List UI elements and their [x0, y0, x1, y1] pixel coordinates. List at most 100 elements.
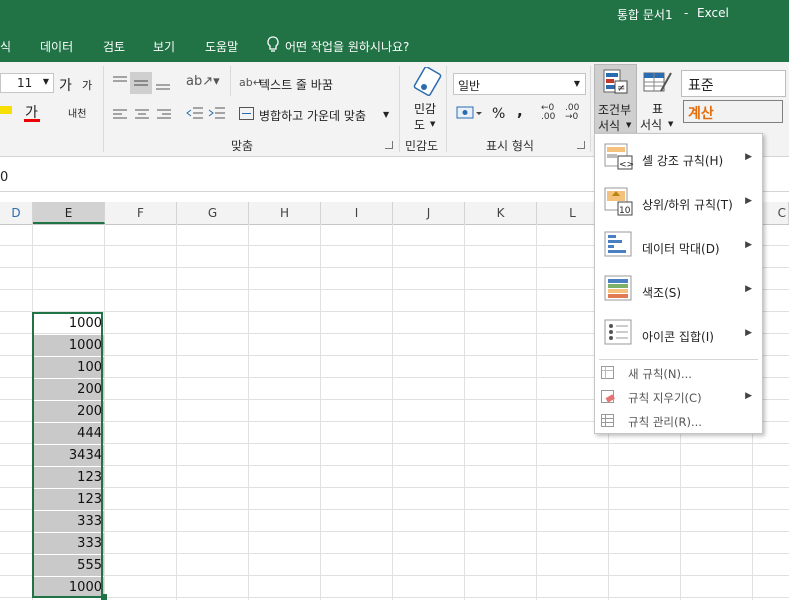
column-header-f[interactable]: F	[105, 202, 177, 224]
conditional-formatting-icon: ≠	[603, 68, 629, 99]
number-format-value: 일반	[458, 79, 481, 93]
cond-format-label-2: 서식	[598, 119, 621, 133]
menu-item-manage-rules[interactable]: 규칙 관리(R)...	[595, 410, 762, 432]
group-separator	[399, 66, 400, 152]
style-normal[interactable]: 표준	[681, 70, 786, 97]
shrink-font-button[interactable]: 가	[82, 77, 92, 93]
menu-item-top-bottom-rules[interactable]: 10 상위/하위 규칙(T) ▶	[595, 178, 762, 222]
menu-divider	[599, 359, 758, 360]
document-title: 통합 문서1	[617, 8, 673, 22]
fill-handle[interactable]	[101, 594, 107, 600]
percent-button[interactable]: %	[492, 106, 505, 122]
group-separator	[590, 66, 591, 152]
clear-rules-icon	[601, 390, 615, 407]
title-separator: -	[684, 6, 689, 20]
format-as-table-icon[interactable]	[643, 69, 673, 100]
menu-item-new-rule[interactable]: 새 규칙(N)...	[595, 362, 762, 384]
ribbon-tab-bar: 식 데이터 검토 보기 도움말 어떤 작업을 원하시나요?	[0, 30, 789, 62]
menu-item-icon-sets[interactable]: 아이콘 집합(I) ▶	[595, 310, 762, 354]
column-header-g[interactable]: G	[177, 202, 249, 224]
orientation-icon[interactable]: ab↗▾	[186, 74, 220, 89]
align-bottom-icon[interactable]	[155, 77, 171, 94]
menu-item-data-bars[interactable]: 데이터 막대(D) ▶	[595, 222, 762, 266]
tab-view[interactable]: 보기	[153, 38, 175, 55]
align-top-icon[interactable]	[112, 75, 128, 92]
tab-review[interactable]: 검토	[103, 38, 125, 55]
increase-decimal-icon[interactable]: ←0.00	[541, 104, 555, 122]
merge-center-icon[interactable]	[239, 107, 254, 123]
new-rule-icon	[601, 366, 615, 383]
submenu-arrow-icon: ▶	[745, 196, 752, 206]
menu-item-label: 규칙 지우기(C)	[628, 391, 702, 405]
tab-data[interactable]: 데이터	[40, 38, 73, 55]
comma-button[interactable]: ,	[517, 102, 523, 120]
column-header-k[interactable]: K	[465, 202, 537, 224]
chevron-down-icon: ▼	[626, 121, 632, 129]
submenu-arrow-icon: ▶	[745, 284, 752, 294]
font-size-box[interactable]: 11 ▼	[0, 73, 54, 93]
grow-font-button[interactable]: 가	[59, 75, 72, 95]
sensitivity-button-line2[interactable]: 도	[414, 116, 425, 133]
chevron-down-icon: ▼	[42, 77, 49, 86]
menu-item-highlight-cells-rules[interactable]: <> 셀 강조 규칙(H) ▶	[595, 134, 762, 178]
number-group-label: 표시 형식	[486, 139, 534, 153]
submenu-arrow-icon: ▶	[745, 152, 752, 162]
column-header-e[interactable]: E	[33, 202, 105, 224]
style-calculation-label: 계산	[688, 106, 714, 122]
top-bottom-rules-icon: 10	[604, 187, 634, 220]
currency-format-icon[interactable]	[456, 104, 482, 125]
increase-indent-icon[interactable]	[208, 106, 226, 123]
menu-item-color-scales[interactable]: 색조(S) ▶	[595, 266, 762, 310]
column-header-d[interactable]: D	[0, 202, 33, 224]
menu-item-label: 셀 강조 규칙(H)	[642, 154, 724, 168]
column-header-j[interactable]: J	[393, 202, 465, 224]
menu-item-label: 규칙 관리(R)...	[628, 415, 702, 429]
menu-item-clear-rules[interactable]: 규칙 지우기(C) ▶	[595, 386, 762, 408]
decrease-decimal-icon[interactable]: .00 →0	[565, 104, 579, 122]
column-header-h[interactable]: H	[249, 202, 321, 224]
chevron-down-icon: ▼	[430, 120, 436, 128]
lightbulb-icon	[266, 36, 280, 57]
number-launcher-icon[interactable]	[577, 141, 585, 149]
submenu-arrow-icon: ▶	[745, 328, 752, 338]
align-right-icon[interactable]	[156, 108, 172, 123]
highlight-cells-rules-icon: <>	[604, 143, 634, 174]
wrap-text-button[interactable]: 텍스트 줄 바꿈	[259, 76, 333, 93]
alignment-group-label: 맞춤	[231, 139, 254, 153]
chevron-down-icon: ▼	[668, 120, 674, 128]
tell-me-search[interactable]: 어떤 작업을 원하시나요?	[285, 38, 409, 55]
tab-help[interactable]: 도움말	[205, 38, 238, 55]
title-bar: 통합 문서1 - Excel	[0, 0, 789, 30]
number-format-dropdown[interactable]: 일반 ▼	[453, 73, 586, 95]
menu-item-label: 데이터 막대(D)	[642, 242, 720, 256]
selection-border	[32, 312, 103, 598]
phonetic-button[interactable]: 내천	[68, 105, 86, 120]
cond-format-label-1: 조건부	[598, 103, 632, 117]
chevron-down-icon[interactable]: ▼	[383, 110, 389, 119]
chevron-down-icon: ▼	[573, 79, 580, 88]
tab-formulas[interactable]: 식	[0, 38, 11, 55]
decrease-indent-icon[interactable]	[186, 106, 204, 123]
alignment-launcher-icon[interactable]	[385, 141, 393, 149]
formula-content: 0	[0, 170, 9, 185]
table-format-label-1[interactable]: 표	[652, 100, 663, 117]
menu-item-label: 상위/하위 규칙(T)	[642, 198, 733, 212]
align-middle-icon[interactable]	[130, 72, 152, 94]
group-separator	[446, 66, 447, 152]
font-color-bar	[24, 119, 40, 122]
fill-color-icon[interactable]	[0, 106, 12, 114]
style-calculation[interactable]: 계산	[683, 100, 783, 123]
style-normal-label: 표준	[688, 78, 714, 94]
app-name: Excel	[697, 6, 729, 20]
manage-rules-icon	[601, 414, 615, 431]
sensitivity-icon[interactable]	[412, 66, 442, 100]
column-header-i[interactable]: I	[321, 202, 393, 224]
merge-center-button[interactable]: 병합하고 가운데 맞춤	[259, 107, 366, 124]
align-center-icon[interactable]	[134, 108, 150, 123]
conditional-formatting-button[interactable]: ≠ 조건부 서식 ▼	[594, 64, 637, 137]
sensitivity-button-line1[interactable]: 민감	[414, 100, 436, 117]
svg-text:10: 10	[619, 206, 631, 216]
align-left-icon[interactable]	[112, 108, 128, 123]
table-format-label-2[interactable]: 서식	[640, 116, 662, 133]
group-separator	[103, 66, 104, 152]
